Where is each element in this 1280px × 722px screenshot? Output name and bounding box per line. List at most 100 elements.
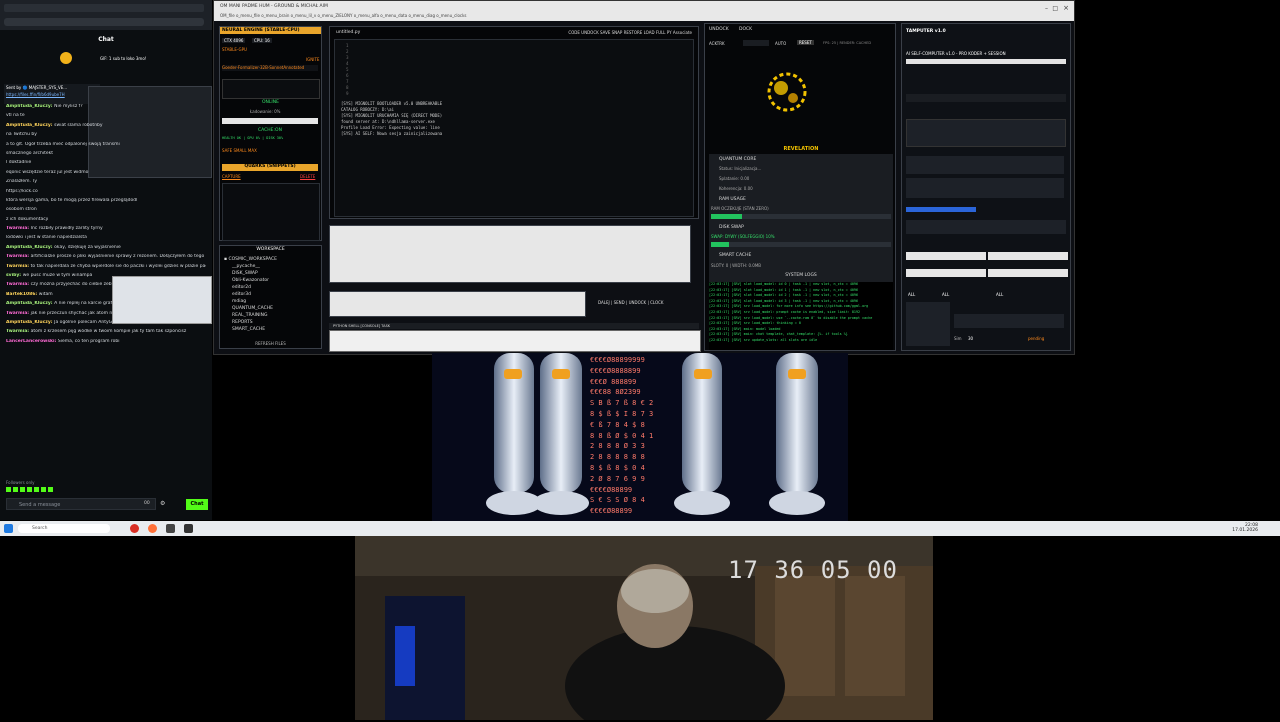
editor-tab[interactable]: untitled.py	[336, 30, 360, 35]
workspace-item[interactable]: Obli-Kwazonator	[224, 277, 316, 284]
chat-username[interactable]: Twarmia:	[6, 282, 31, 287]
menu-bar[interactable]: OM_file o_menu_file o_menu_brain o_menu_…	[220, 13, 466, 18]
all-select-1[interactable]: ALL	[908, 292, 915, 297]
firefox-icon[interactable]	[148, 524, 157, 533]
emote-bar[interactable]	[6, 487, 106, 493]
command-buttons[interactable]: DALEJ | SEND | UNDOCK | CLOCK	[598, 300, 664, 305]
chat-text: Siema, co ten program robi	[57, 338, 120, 344]
chat-message: Twarmia: to tak napierdala ze chyba wpie…	[6, 264, 206, 269]
workspace-item[interactable]: REPORTS	[224, 319, 316, 326]
filter-input-1[interactable]	[906, 252, 986, 260]
python-shell[interactable]	[329, 330, 701, 352]
tamputer-input[interactable]	[906, 178, 1064, 198]
workspace-item[interactable]: QUANTUM_CACHE	[224, 305, 316, 312]
command-input[interactable]	[329, 291, 586, 317]
undock-tab[interactable]: UNDOCK	[709, 27, 729, 32]
matrix-line: 2 8 8 8 Ø 3 3	[590, 442, 645, 451]
chat-message: smacznego architekt	[6, 151, 206, 156]
undock-button[interactable]: UNDOCK	[629, 300, 647, 305]
chat-input[interactable]: Send a message	[6, 498, 156, 510]
matrix-line: 2 Ø 8 7 6 9 9	[590, 474, 645, 483]
chat-username[interactable]: Twarmia:	[6, 226, 31, 231]
chat-username[interactable]: Amplituda_Kluczy:	[6, 301, 54, 306]
reset-button[interactable]: RESET	[797, 40, 814, 45]
chat-username[interactable]: Twarmia:	[6, 329, 31, 334]
close-icon[interactable]: ×	[1063, 4, 1069, 12]
chat-message: a to glt. Ogół trzeba mieć odpalonej swo…	[6, 142, 206, 147]
matrix-line: 8 $ ß $ I 8 7 3	[590, 409, 654, 418]
dock-tab[interactable]: DOCK	[739, 27, 752, 32]
chat-username[interactable]: Bartek1086:	[6, 292, 39, 297]
dalej-button[interactable]: DALEJ	[598, 300, 610, 305]
workspace-item[interactable]: __pycache__	[224, 263, 316, 270]
refresh-files-button[interactable]: REFRESH FILES	[220, 341, 321, 346]
chat-username[interactable]: Amplituda_Kluczy:	[6, 320, 54, 325]
start-icon[interactable]	[4, 524, 13, 533]
auto-toggle[interactable]: AUTO	[775, 41, 786, 46]
tamputer-tabs[interactable]	[906, 59, 1066, 64]
chat-username[interactable]: Twarmia:	[6, 254, 31, 259]
editor-toolbar[interactable]: CODE UNDOCK SAVE SNAP RESTORE LOAD FULL …	[568, 30, 692, 35]
browser-icon[interactable]	[130, 524, 139, 533]
chat-username[interactable]: Amplituda_Kluczy:	[6, 104, 54, 109]
tamputer-notes[interactable]	[954, 314, 1064, 328]
workspace-item[interactable]: editor3d	[224, 291, 316, 298]
pinned-link[interactable]: https://files.ffin/fl/b6d9ube7H	[4, 91, 100, 98]
workspace-item[interactable]: mdiag	[224, 298, 316, 305]
filter-input-2[interactable]	[988, 252, 1068, 260]
filter-input-3[interactable]	[906, 269, 986, 277]
delete-button[interactable]: DELETE	[300, 174, 315, 179]
search-input[interactable]: Search	[18, 524, 110, 533]
ignite-button[interactable]: IGNITE	[306, 57, 319, 62]
browser-tabs[interactable]	[4, 4, 204, 12]
chat-text: https://kick.co	[6, 188, 38, 194]
chat-text: Inc rozbiły prawidły zarlity tyrny	[30, 226, 103, 232]
matrix-line: €€€88 8Ø2399	[590, 388, 641, 397]
ctx-select[interactable]: CTX 4096	[222, 38, 246, 43]
chat-username[interactable]: sviby:	[6, 273, 23, 278]
workspace-item[interactable]: editor2d	[224, 284, 316, 291]
system-logs-label: SYSTEM LOGS	[785, 273, 817, 278]
workspace-item[interactable]: REAL_TRAINING	[224, 312, 316, 319]
console-line: [SYS] AI SELF: Nowa sesja zainicjalizowa…	[341, 131, 443, 136]
settings-icon[interactable]: ⚙	[160, 500, 165, 507]
slots-detail: SLOTY: 0 | WIDTH: 0.0MB	[711, 263, 762, 268]
maximize-icon[interactable]: □	[1052, 5, 1058, 12]
send-button[interactable]: SEND	[614, 300, 625, 305]
avatar	[60, 52, 72, 64]
clock-button[interactable]: CLOCK	[650, 300, 663, 305]
workspace-item[interactable]: SMART_CACHE	[224, 326, 316, 333]
chat-username[interactable]: Twarmia:	[6, 264, 31, 269]
quantum-panel: UNDOCK DOCK ACKTRK AUTO RESET FPS: 25 | …	[704, 23, 896, 351]
capture-button[interactable]: CAPTURE	[222, 174, 241, 179]
chat-text: z ich dokumentacji	[6, 216, 49, 222]
model-select[interactable]: Goeder-Formalizer-32B-SonnetAnnotated	[222, 65, 318, 71]
swap-detail: SWAP: DYWY (SOLFEGGIO) 10%	[711, 234, 775, 239]
cache-actions[interactable]: SAFE SMALL MAX	[222, 148, 257, 153]
workspace-item[interactable]: ▪ COSMIC_WORKSPACE	[224, 256, 316, 263]
workspace-item[interactable]: DISK_SWAP	[224, 270, 316, 277]
splatanie-value: Splatanie: 0.00	[719, 176, 750, 181]
chat-message: lodówki i jest w stanie napiedzialsta	[6, 235, 206, 240]
matrix-line: 8 8 ß Ø $ 0 4 1	[590, 431, 654, 440]
akt-select[interactable]	[743, 40, 769, 46]
all-select-2[interactable]: ALL	[942, 292, 949, 297]
all-select-3[interactable]: ALL	[996, 292, 1003, 297]
chat-username[interactable]: Twarmia:	[6, 311, 31, 316]
chat-message: vtl na te	[6, 113, 206, 118]
chat-text: Nie mylisz f?	[54, 104, 83, 109]
chat-send-button[interactable]: Chat	[186, 499, 208, 510]
chat-username[interactable]: LancerLancerowski:	[6, 339, 58, 344]
terminal-icon[interactable]	[166, 524, 175, 533]
cpu-select[interactable]: CPU: 16	[252, 38, 272, 43]
minimize-icon[interactable]: –	[1045, 5, 1048, 12]
window-titlebar: OM MANI PADME HUM - GROUND & MICHAŁ AIM …	[214, 1, 1074, 21]
filter-input-4[interactable]	[988, 269, 1068, 277]
chat-username[interactable]: Amplituda_Kluczy:	[6, 245, 54, 250]
app-icon[interactable]	[184, 524, 193, 533]
address-bar[interactable]	[4, 18, 204, 26]
chat-username[interactable]: Amplituda_Kluczy:	[6, 123, 54, 128]
tamputer-action[interactable]	[906, 207, 976, 212]
sim-value[interactable]: 30	[968, 336, 973, 341]
window-title: OM MANI PADME HUM - GROUND & MICHAŁ AIM	[220, 4, 328, 9]
